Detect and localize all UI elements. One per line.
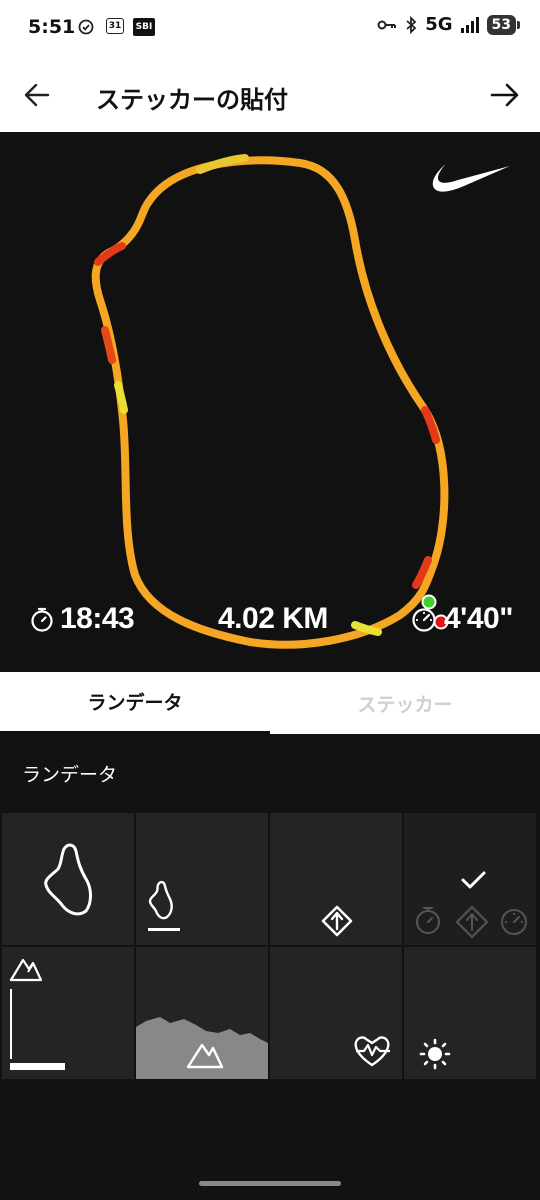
- route-fast-segment: [94, 242, 126, 266]
- sticker-direction[interactable]: [270, 813, 402, 945]
- route-line: [91, 156, 449, 649]
- run-preview-canvas[interactable]: [0, 132, 540, 672]
- status-right: 5G 53: [377, 14, 521, 35]
- sticker-elevation-profile[interactable]: [136, 947, 268, 1079]
- elevation-axis-icon: [9, 958, 65, 1070]
- stat-duration: 18:43: [30, 602, 135, 636]
- status-time: 5:51: [28, 16, 76, 38]
- tab-run-data[interactable]: ランデータ: [0, 672, 270, 734]
- direction-diamond-icon: [321, 905, 353, 937]
- route-small-with-bar-icon: [148, 880, 180, 931]
- page-title: ステッカーの貼付: [96, 86, 288, 114]
- section-title: ランデータ: [22, 764, 118, 786]
- stat-pace: 4'40": [410, 602, 513, 636]
- heart-rate-icon: [354, 1036, 390, 1067]
- route-fast-segment: [421, 406, 440, 444]
- check-icon: [461, 871, 486, 889]
- home-indicator[interactable]: [199, 1181, 341, 1186]
- tab-bar: ランデータ ステッカー: [0, 672, 540, 734]
- run-route-map: [91, 154, 449, 649]
- status-bar: 5:51 31 SBI 5G 53: [0, 0, 540, 60]
- signal-icon: [460, 16, 479, 33]
- bluetooth-icon: [406, 15, 417, 34]
- battery-icon: 53: [486, 14, 521, 35]
- check-circle-icon: [78, 18, 94, 36]
- sticker-run-stats[interactable]: [404, 813, 536, 945]
- sticker-heart-rate[interactable]: [270, 947, 402, 1079]
- weather-sun-icon: [419, 1038, 451, 1070]
- stopwatch-icon: [31, 607, 53, 632]
- next-arrow-icon[interactable]: [488, 78, 522, 112]
- route-outline-icon: [44, 843, 92, 916]
- speedometer-icon: [412, 608, 436, 632]
- sticker-weather[interactable]: [404, 947, 536, 1079]
- sticker-route-outline[interactable]: [2, 813, 134, 945]
- elevation-profile-icon: [136, 1017, 268, 1079]
- sbi-app-icon: SBI: [133, 18, 155, 36]
- run-stats-icons: [416, 871, 527, 938]
- network-type: 5G: [425, 14, 453, 35]
- sticker-route-with-bar[interactable]: [136, 813, 268, 945]
- tab-stickers[interactable]: ステッカー: [270, 672, 540, 734]
- sticker-grid: [2, 813, 538, 1081]
- back-arrow-icon[interactable]: [22, 78, 52, 112]
- calendar-icon: 31: [106, 18, 124, 34]
- pace-value: 4'40": [444, 602, 513, 635]
- distance-value: 4.02 KM: [218, 602, 328, 635]
- vpn-key-icon: [377, 20, 397, 29]
- duration-value: 18:43: [60, 602, 135, 635]
- nike-swoosh-icon: [432, 164, 510, 192]
- app-header: ステッカーの貼付: [0, 60, 540, 132]
- stat-distance: 4.02 KM: [218, 602, 328, 636]
- sticker-elevation-axis[interactable]: [2, 947, 134, 1079]
